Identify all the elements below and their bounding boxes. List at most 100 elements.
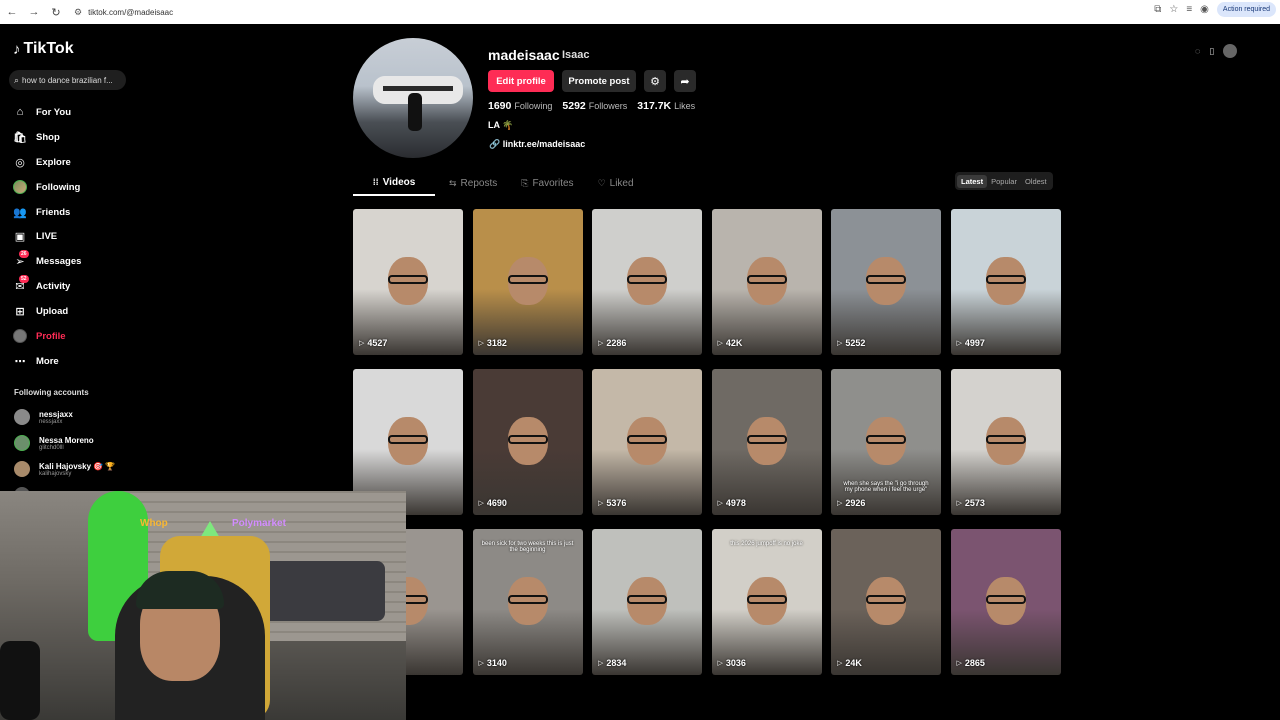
reload-icon[interactable]: ↻ — [46, 2, 66, 22]
profile-nickname: Isaac — [562, 49, 590, 61]
nav-profile[interactable]: Profile — [13, 324, 81, 349]
likes-stat: 317.7K Likes — [637, 100, 695, 112]
nav-label: LIVE — [36, 231, 58, 243]
video-tile[interactable]: ▷ 4978 — [711, 369, 822, 515]
avatar-stripe — [383, 86, 453, 91]
action-required-button[interactable]: Action required — [1216, 2, 1276, 17]
back-icon[interactable]: ← — [2, 2, 22, 22]
video-tile[interactable]: when she says the "i go through my phone… — [831, 369, 941, 515]
sort-oldest[interactable]: Oldest — [1021, 175, 1051, 188]
grid-icon: ⁞⁞ — [372, 177, 379, 187]
view-count: ▷ 2834 — [598, 658, 626, 668]
video-tile[interactable]: ▷ 5252 — [831, 209, 941, 355]
nav-for-you[interactable]: ⌂ For You — [13, 100, 81, 125]
nav-following[interactable]: Following — [13, 175, 81, 200]
video-tile[interactable]: ▷ 2573 — [950, 369, 1061, 515]
view-count: ▷ 2926 — [837, 498, 865, 508]
tiktok-logo[interactable]: ♪ TikTok — [13, 40, 74, 58]
activity-badge: 52 — [19, 275, 29, 284]
following-account[interactable]: Nessa Moreno glitchd0lll — [14, 430, 115, 456]
video-tile[interactable]: ▷ 4997 — [950, 209, 1061, 355]
address-bar[interactable]: ⚙ tiktok.com/@madeisaac — [74, 7, 173, 18]
video-tile[interactable]: ▷ 2286 — [592, 209, 702, 355]
search-text: how to dance brazilian f... — [22, 75, 113, 85]
nav-messages[interactable]: ➢ 26 Messages — [13, 249, 81, 274]
view-count: ▷ 4527 — [359, 338, 387, 348]
forward-icon[interactable]: → — [24, 2, 44, 22]
nav-shop[interactable]: 🛍 Shop — [13, 125, 81, 150]
nav-label: Messages — [36, 256, 82, 268]
tab-label: Liked — [609, 177, 634, 189]
browser-toolbar: ← → ↻ ⚙ tiktok.com/@madeisaac ⧉ ☆ ≡ ◉ Ac… — [0, 0, 1280, 24]
followers-stat[interactable]: 5292 Followers — [562, 100, 627, 112]
video-tile[interactable]: ▷ 4527 — [353, 209, 463, 355]
following-account[interactable]: nessjaxx nessjaxx — [14, 404, 115, 430]
settings-button[interactable]: ⚙ — [644, 70, 666, 92]
heart-icon: ♡ — [597, 177, 606, 188]
following-stat[interactable]: 1690 Following — [488, 100, 552, 112]
account-avatar[interactable] — [1223, 44, 1238, 58]
device-icon[interactable]: ▯ — [1209, 46, 1214, 57]
sort-latest[interactable]: Latest — [957, 174, 988, 188]
tab-search-icon[interactable]: ≡ — [1186, 4, 1192, 15]
account-name: Nessa Moreno — [39, 435, 94, 445]
view-count: ▷ 3182 — [479, 338, 507, 348]
edit-profile-button[interactable]: Edit profile — [488, 70, 554, 92]
compass-icon[interactable]: ◌ — [1195, 46, 1200, 56]
whop-sign: Whop — [140, 518, 168, 529]
avatar — [14, 435, 30, 451]
tab-reposts[interactable]: ⇆ Reposts — [439, 170, 507, 196]
nav-friends[interactable]: 👥 Friends — [13, 200, 81, 225]
play-icon: ▷ — [359, 340, 365, 347]
video-tile[interactable]: this 2026 jumpoff is no joke ▷ 3036 — [711, 529, 822, 675]
bookmark-star-icon[interactable]: ☆ — [1169, 4, 1178, 15]
following-account[interactable]: Kali Hajovsky 🎯 🏆 kalihajovsky — [14, 456, 115, 482]
video-thumbnail-glasses — [627, 275, 667, 284]
account-icon[interactable]: ◉ — [1200, 4, 1209, 15]
video-thumbnail-glasses — [746, 275, 787, 284]
nav-label: Profile — [36, 330, 66, 342]
nav-live[interactable]: ▣ LIVE — [13, 224, 81, 249]
view-count-text: 2573 — [964, 498, 985, 508]
nav-activity[interactable]: ✉ 52 Activity — [13, 274, 81, 299]
video-tile[interactable]: ▷ 24K — [831, 529, 941, 675]
video-tile[interactable]: ▷ 4690 — [472, 369, 583, 515]
view-count-text: 2926 — [845, 498, 866, 508]
promote-post-button[interactable]: Promote post — [562, 70, 636, 92]
tab-liked[interactable]: ♡ Liked — [588, 170, 644, 196]
video-tile[interactable]: ▷ 5376 — [592, 369, 702, 515]
tab-videos[interactable]: ⁞⁞ Videos — [353, 170, 435, 196]
profile-avatar[interactable] — [353, 38, 473, 158]
nav-more[interactable]: ⋯ More — [13, 349, 81, 374]
view-count-text: 2834 — [606, 658, 627, 668]
share-icon: ➦ — [680, 75, 690, 88]
share-button[interactable]: ➦ — [674, 70, 696, 92]
friends-icon: 👥 — [13, 206, 27, 219]
play-icon: ▷ — [717, 660, 723, 667]
tab-label: Favorites — [532, 177, 574, 189]
messages-badge: 26 — [19, 250, 29, 259]
top-right-actions: ◌ ▯ — [1195, 44, 1238, 58]
profile-icon — [13, 329, 27, 344]
link-icon: 🔗 — [489, 139, 501, 149]
site-info-icon[interactable]: ⚙ — [74, 7, 82, 18]
profile-link[interactable]: 🔗 linktr.ee/madeisaac — [489, 139, 585, 150]
view-count-text: 5376 — [606, 498, 627, 508]
video-tile[interactable]: ▷ 2865 — [950, 529, 1061, 675]
play-icon: ▷ — [717, 340, 723, 347]
video-tile[interactable]: been sick for two weeks this is just the… — [472, 529, 583, 675]
following-avatar-icon — [13, 180, 27, 195]
video-caption: this 2026 jumpoff is no joke — [730, 541, 803, 547]
nav-upload[interactable]: ⊞ Upload — [13, 299, 81, 324]
profile-stats: 1690 Following 5292 Followers 317.7K Likes — [488, 100, 705, 112]
nav-explore[interactable]: ◎ Explore — [13, 150, 81, 175]
video-tile[interactable]: ▷ 42K — [711, 209, 822, 355]
install-icon[interactable]: ⧉ — [1154, 4, 1161, 15]
tab-favorites[interactable]: ⎘ Favorites — [511, 170, 583, 196]
sort-popular[interactable]: Popular — [987, 175, 1021, 188]
video-tile[interactable]: ▷ 3182 — [472, 209, 583, 355]
video-tile[interactable]: ▷ 2834 — [592, 529, 702, 675]
search-input[interactable]: ⌕ how to dance brazilian f... — [9, 70, 126, 90]
video-caption: been sick for two weeks this is just the… — [481, 541, 574, 553]
view-count: ▷ 5376 — [598, 498, 626, 508]
